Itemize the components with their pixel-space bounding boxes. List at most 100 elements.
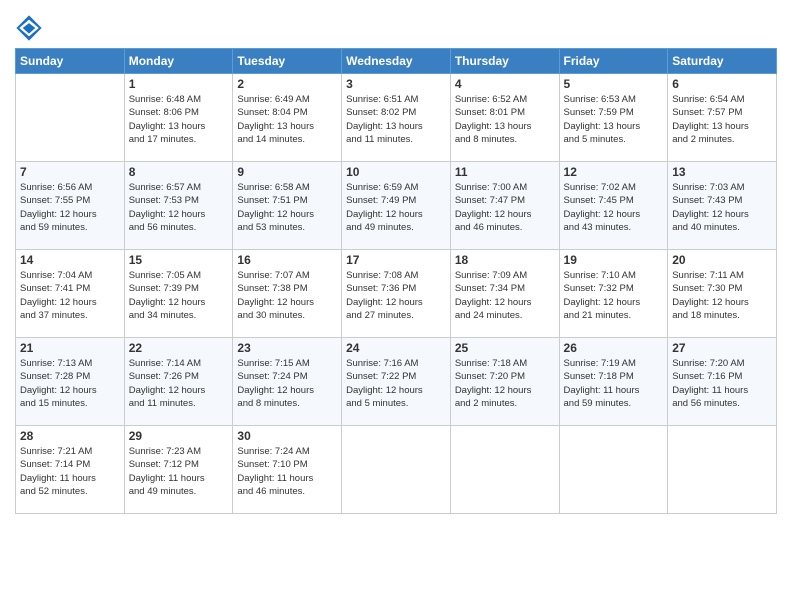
calendar-cell: 26 Sunrise: 7:19 AM Sunset: 7:18 PM Dayli… (559, 338, 668, 426)
day-info: Sunrise: 7:21 AM Sunset: 7:14 PM Dayligh… (20, 445, 120, 498)
day-info: Sunrise: 7:16 AM Sunset: 7:22 PM Dayligh… (346, 357, 446, 410)
calendar-cell: 6 Sunrise: 6:54 AM Sunset: 7:57 PM Daylig… (668, 74, 777, 162)
calendar-cell: 23 Sunrise: 7:15 AM Sunset: 7:24 PM Dayli… (233, 338, 342, 426)
day-number: 9 (237, 165, 337, 179)
calendar-cell: 8Sunrise: 6:57 AM Sunset: 7:53 PM Daylig… (124, 162, 233, 250)
calendar-cell: 5Sunrise: 6:53 AM Sunset: 7:59 PM Daylig… (559, 74, 668, 162)
weekday-header: Friday (559, 49, 668, 74)
day-number: 24 (346, 341, 446, 355)
weekday-header: Saturday (668, 49, 777, 74)
day-number: 23 (237, 341, 337, 355)
calendar-cell: 21 Sunrise: 7:13 AM Sunset: 7:28 PM Dayli… (16, 338, 125, 426)
calendar-cell: 15 Sunrise: 7:05 AM Sunset: 7:39 PM Dayli… (124, 250, 233, 338)
calendar-cell (668, 426, 777, 514)
day-number: 17 (346, 253, 446, 267)
day-info: Sunrise: 7:08 AM Sunset: 7:36 PM Dayligh… (346, 269, 446, 322)
calendar-cell: 19Sunrise: 7:10 AM Sunset: 7:32 PM Dayli… (559, 250, 668, 338)
day-number: 14 (20, 253, 120, 267)
day-number: 29 (129, 429, 229, 443)
calendar-cell (559, 426, 668, 514)
day-info: Sunrise: 7:20 AM Sunset: 7:16 PM Dayligh… (672, 357, 772, 410)
calendar-cell: 3 Sunrise: 6:51 AM Sunset: 8:02 PM Daylig… (342, 74, 451, 162)
day-number: 12 (564, 165, 664, 179)
weekday-header: Tuesday (233, 49, 342, 74)
day-info: Sunrise: 6:54 AM Sunset: 7:57 PM Dayligh… (672, 93, 772, 146)
day-number: 27 (672, 341, 772, 355)
page: SundayMondayTuesdayWednesdayThursdayFrid… (0, 0, 792, 612)
calendar-cell: 13Sunrise: 7:03 AM Sunset: 7:43 PM Dayli… (668, 162, 777, 250)
day-info: Sunrise: 6:59 AM Sunset: 7:49 PM Dayligh… (346, 181, 446, 234)
day-number: 7 (20, 165, 120, 179)
day-info: Sunrise: 7:24 AM Sunset: 7:10 PM Dayligh… (237, 445, 337, 498)
day-number: 2 (237, 77, 337, 91)
day-number: 21 (20, 341, 120, 355)
calendar-cell: 14 Sunrise: 7:04 AM Sunset: 7:41 PM Dayli… (16, 250, 125, 338)
day-info: Sunrise: 7:15 AM Sunset: 7:24 PM Dayligh… (237, 357, 337, 410)
calendar-cell: 25 Sunrise: 7:18 AM Sunset: 7:20 PM Dayli… (450, 338, 559, 426)
day-number: 11 (455, 165, 555, 179)
day-number: 26 (564, 341, 664, 355)
calendar-cell: 27 Sunrise: 7:20 AM Sunset: 7:16 PM Dayli… (668, 338, 777, 426)
day-number: 3 (346, 77, 446, 91)
calendar-cell: 29 Sunrise: 7:23 AM Sunset: 7:12 PM Dayli… (124, 426, 233, 514)
day-number: 18 (455, 253, 555, 267)
day-info: Sunrise: 7:00 AM Sunset: 7:47 PM Dayligh… (455, 181, 555, 234)
day-number: 16 (237, 253, 337, 267)
calendar-cell: 10 Sunrise: 6:59 AM Sunset: 7:49 PM Dayli… (342, 162, 451, 250)
day-number: 4 (455, 77, 555, 91)
calendar-cell: 17 Sunrise: 7:08 AM Sunset: 7:36 PM Dayli… (342, 250, 451, 338)
day-number: 1 (129, 77, 229, 91)
calendar-cell (16, 74, 125, 162)
day-number: 19 (564, 253, 664, 267)
calendar-row: 1 Sunrise: 6:48 AM Sunset: 8:06 PM Daylig… (16, 74, 777, 162)
day-info: Sunrise: 6:51 AM Sunset: 8:02 PM Dayligh… (346, 93, 446, 146)
calendar-cell: 18 Sunrise: 7:09 AM Sunset: 7:34 PM Dayli… (450, 250, 559, 338)
day-info: Sunrise: 6:48 AM Sunset: 8:06 PM Dayligh… (129, 93, 229, 146)
day-info: Sunrise: 6:49 AM Sunset: 8:04 PM Dayligh… (237, 93, 337, 146)
day-number: 25 (455, 341, 555, 355)
calendar-cell: 2 Sunrise: 6:49 AM Sunset: 8:04 PM Daylig… (233, 74, 342, 162)
day-info: Sunrise: 7:13 AM Sunset: 7:28 PM Dayligh… (20, 357, 120, 410)
day-info: Sunrise: 7:05 AM Sunset: 7:39 PM Dayligh… (129, 269, 229, 322)
calendar-cell: 9 Sunrise: 6:58 AM Sunset: 7:51 PM Daylig… (233, 162, 342, 250)
header (15, 10, 777, 42)
calendar-cell (342, 426, 451, 514)
calendar-cell (450, 426, 559, 514)
day-number: 13 (672, 165, 772, 179)
calendar-cell: 24 Sunrise: 7:16 AM Sunset: 7:22 PM Dayli… (342, 338, 451, 426)
calendar-row: 21 Sunrise: 7:13 AM Sunset: 7:28 PM Dayli… (16, 338, 777, 426)
calendar-cell: 4 Sunrise: 6:52 AM Sunset: 8:01 PM Daylig… (450, 74, 559, 162)
day-info: Sunrise: 6:58 AM Sunset: 7:51 PM Dayligh… (237, 181, 337, 234)
calendar-cell: 1 Sunrise: 6:48 AM Sunset: 8:06 PM Daylig… (124, 74, 233, 162)
day-info: Sunrise: 6:53 AM Sunset: 7:59 PM Dayligh… (564, 93, 664, 146)
logo-icon (15, 14, 43, 42)
weekday-header: Sunday (16, 49, 125, 74)
day-info: Sunrise: 7:18 AM Sunset: 7:20 PM Dayligh… (455, 357, 555, 410)
day-info: Sunrise: 6:57 AM Sunset: 7:53 PM Dayligh… (129, 181, 229, 234)
weekday-header: Wednesday (342, 49, 451, 74)
day-number: 20 (672, 253, 772, 267)
day-number: 15 (129, 253, 229, 267)
day-info: Sunrise: 7:02 AM Sunset: 7:45 PM Dayligh… (564, 181, 664, 234)
calendar-row: 7 Sunrise: 6:56 AM Sunset: 7:55 PM Daylig… (16, 162, 777, 250)
weekday-header: Monday (124, 49, 233, 74)
day-info: Sunrise: 7:09 AM Sunset: 7:34 PM Dayligh… (455, 269, 555, 322)
calendar-row: 28 Sunrise: 7:21 AM Sunset: 7:14 PM Dayli… (16, 426, 777, 514)
day-number: 10 (346, 165, 446, 179)
day-info: Sunrise: 7:04 AM Sunset: 7:41 PM Dayligh… (20, 269, 120, 322)
day-info: Sunrise: 7:11 AM Sunset: 7:30 PM Dayligh… (672, 269, 772, 322)
day-number: 22 (129, 341, 229, 355)
day-number: 6 (672, 77, 772, 91)
day-info: Sunrise: 7:23 AM Sunset: 7:12 PM Dayligh… (129, 445, 229, 498)
day-info: Sunrise: 6:52 AM Sunset: 8:01 PM Dayligh… (455, 93, 555, 146)
day-number: 28 (20, 429, 120, 443)
day-info: Sunrise: 7:19 AM Sunset: 7:18 PM Dayligh… (564, 357, 664, 410)
calendar-cell: 16 Sunrise: 7:07 AM Sunset: 7:38 PM Dayli… (233, 250, 342, 338)
calendar-cell: 12 Sunrise: 7:02 AM Sunset: 7:45 PM Dayli… (559, 162, 668, 250)
day-info: Sunrise: 7:14 AM Sunset: 7:26 PM Dayligh… (129, 357, 229, 410)
calendar-table: SundayMondayTuesdayWednesdayThursdayFrid… (15, 48, 777, 514)
day-info: Sunrise: 7:07 AM Sunset: 7:38 PM Dayligh… (237, 269, 337, 322)
day-info: Sunrise: 6:56 AM Sunset: 7:55 PM Dayligh… (20, 181, 120, 234)
calendar-cell: 20 Sunrise: 7:11 AM Sunset: 7:30 PM Dayli… (668, 250, 777, 338)
calendar-cell: 28 Sunrise: 7:21 AM Sunset: 7:14 PM Dayli… (16, 426, 125, 514)
